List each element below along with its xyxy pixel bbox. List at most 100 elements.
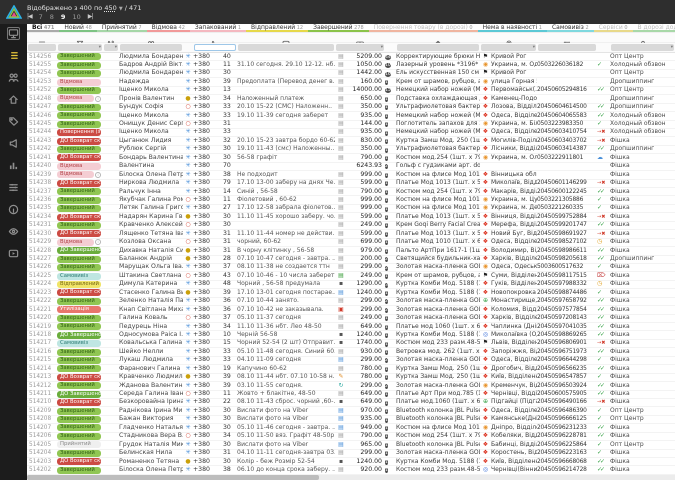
phone-number[interactable]: +380 <box>193 390 223 398</box>
app-logo[interactable] <box>0 0 27 24</box>
status-badge[interactable]: Відмова <box>57 79 101 86</box>
phone-number[interactable]: +380 <box>193 280 223 288</box>
phone-number[interactable]: +380 <box>193 230 223 238</box>
sidebar-item-video-icon[interactable] <box>7 247 20 260</box>
status-badge[interactable]: ДО Возврат ск.. <box>57 180 101 187</box>
phone-number[interactable]: +380 <box>193 78 223 86</box>
phone-number[interactable]: +380 <box>193 314 223 322</box>
status-badge[interactable]: Самовивіз <box>57 273 101 280</box>
phone-number[interactable]: +380 <box>193 238 223 246</box>
status-badge[interactable]: Завершений <box>57 365 101 372</box>
ttn-number[interactable]: 20450600122245 <box>537 188 597 196</box>
phone-number[interactable]: +380 <box>193 306 223 314</box>
sidebar-item-info-icon[interactable] <box>7 203 20 216</box>
phone-number[interactable]: +380 <box>193 247 223 255</box>
phone-number[interactable]: +380 <box>193 162 223 170</box>
phone-number[interactable]: +380 <box>193 120 223 128</box>
tab-5[interactable]: Запакований 1 <box>190 24 246 32</box>
sidebar-item-eye-icon[interactable] <box>7 225 20 238</box>
status-badge[interactable]: Завершений <box>57 424 101 431</box>
status-badge[interactable]: Завершений <box>57 408 101 415</box>
tab-8[interactable]: Повернення товару (в дорозі) 0 <box>369 24 478 32</box>
ttn-number[interactable]: 0503221305886 <box>537 196 597 204</box>
status-badge[interactable]: Завершений <box>57 264 101 271</box>
status-badge[interactable]: Завершений <box>57 382 101 389</box>
ttn-number[interactable]: 0503226036182 <box>537 61 597 69</box>
filter-input-3[interactable]: ▾ <box>104 44 118 51</box>
phone-number[interactable]: +380 <box>193 103 223 111</box>
sidebar-item-megaphone-icon[interactable] <box>7 137 20 150</box>
first-page-button[interactable]: |◀ <box>27 13 32 20</box>
ttn-number[interactable]: 20450596751973 <box>537 348 597 356</box>
ttn-number[interactable]: 20450601146299 <box>537 179 597 187</box>
page-button-9[interactable]: 9 <box>61 13 66 21</box>
phone-number[interactable]: +380 <box>193 145 223 153</box>
sidebar-item-tag-icon[interactable] <box>7 115 20 128</box>
ttn-number[interactable]: 20450598691927 <box>537 230 597 238</box>
ttn-number[interactable]: 20450596666125 <box>537 415 597 423</box>
ttn-number[interactable]: 20450596228781 <box>537 432 597 440</box>
phone-number[interactable]: +380 <box>193 188 223 196</box>
tab-3[interactable]: Прийнятий 7 <box>97 24 147 32</box>
tab-4[interactable]: Відмова 42 <box>147 24 190 32</box>
status-badge[interactable]: ДО Завершено <box>57 391 101 398</box>
status-badge[interactable]: ДО Возврат ск.. <box>57 138 101 145</box>
ttn-number[interactable]: 20450597041035 <box>537 323 597 331</box>
ttn-number[interactable]: 20450596668068 <box>537 458 597 466</box>
ttn-number[interactable]: 20450598205618 <box>537 255 597 263</box>
status-badge[interactable]: Завершений <box>57 197 101 204</box>
phone-number[interactable]: +380 <box>193 137 223 145</box>
filter-input-5[interactable] <box>194 44 236 51</box>
status-badge[interactable]: Прийнятий <box>57 441 101 448</box>
ttn-number[interactable]: 20450596223163 <box>537 449 597 457</box>
ttn-number[interactable]: 20450600575905 <box>537 390 597 398</box>
phone-number[interactable]: +380 <box>193 382 223 390</box>
ttn-number[interactable]: 20450596214728 <box>537 466 597 474</box>
status-badge[interactable]: Завершений <box>57 349 101 356</box>
status-badge[interactable]: Завершений <box>57 298 101 305</box>
status-badge[interactable]: ДО Возврат ск.. <box>57 214 101 221</box>
table-row[interactable]: 514202ЗавершенийБілоска Олена Петр..✳+38… <box>27 466 675 474</box>
tab-9[interactable]: Нема в наявності 1 <box>478 24 547 32</box>
status-badge[interactable]: Завершений <box>57 467 101 474</box>
phone-number[interactable]: +380 <box>193 458 223 466</box>
tab-11[interactable]: Сервіси 0 <box>594 24 633 32</box>
filter-input-11[interactable]: ▾ <box>611 44 674 51</box>
ttn-number[interactable]: 20450598869265 <box>537 331 597 339</box>
phone-number[interactable]: +380 <box>193 424 223 432</box>
page-size-value[interactable]: 450 <box>104 4 116 12</box>
ttn-number[interactable]: 20450596644298 <box>537 356 597 364</box>
status-badge[interactable]: ДО Возврат ск.. <box>57 458 101 465</box>
phone-number[interactable]: +380 <box>193 255 223 263</box>
ttn-number[interactable]: 20450605294816 <box>537 86 597 94</box>
status-badge[interactable]: Завершений <box>57 416 101 423</box>
ttn-number[interactable]: 20450596231233 <box>537 424 597 432</box>
filter-input-2[interactable]: ▾ <box>58 44 102 51</box>
phone-number[interactable]: +380 <box>193 415 223 423</box>
status-badge[interactable]: Утилізація <box>57 306 101 313</box>
phone-number[interactable]: +380 <box>193 365 223 373</box>
ttn-number[interactable]: 20450597988332 <box>537 280 597 288</box>
ttn-number[interactable]: 20450599201747 <box>537 221 597 229</box>
status-badge[interactable]: Завершений <box>57 62 101 69</box>
sidebar-item-orders-list-icon[interactable] <box>7 49 20 62</box>
status-badge[interactable]: Завершений <box>57 104 101 111</box>
ttn-number[interactable]: 20450598117515 <box>537 272 597 280</box>
status-badge[interactable]: Завершений <box>57 112 101 119</box>
ttn-number[interactable]: 5003600517632 <box>537 263 597 271</box>
page-button-7[interactable]: 7 <box>39 13 43 21</box>
phone-number[interactable]: +380 <box>193 213 223 221</box>
status-badge[interactable]: Відмова <box>57 163 101 170</box>
phone-number[interactable]: +380 <box>193 323 223 331</box>
phone-number[interactable]: +380 <box>193 204 223 212</box>
ttn-number[interactable]: 20450597658792 <box>537 297 597 305</box>
filter-input-8[interactable] <box>397 44 479 51</box>
status-badge[interactable]: Завершений <box>57 205 101 212</box>
filter-input-6[interactable] <box>238 44 334 51</box>
ttn-number[interactable]: 20450596503924 <box>537 382 597 390</box>
phone-number[interactable]: +380 <box>193 297 223 305</box>
sidebar-item-customers-icon[interactable] <box>7 71 20 84</box>
filter-input-1[interactable] <box>28 44 56 51</box>
ttn-number[interactable]: 20450604614500 <box>537 103 597 111</box>
phone-number[interactable]: +380 <box>193 407 223 415</box>
